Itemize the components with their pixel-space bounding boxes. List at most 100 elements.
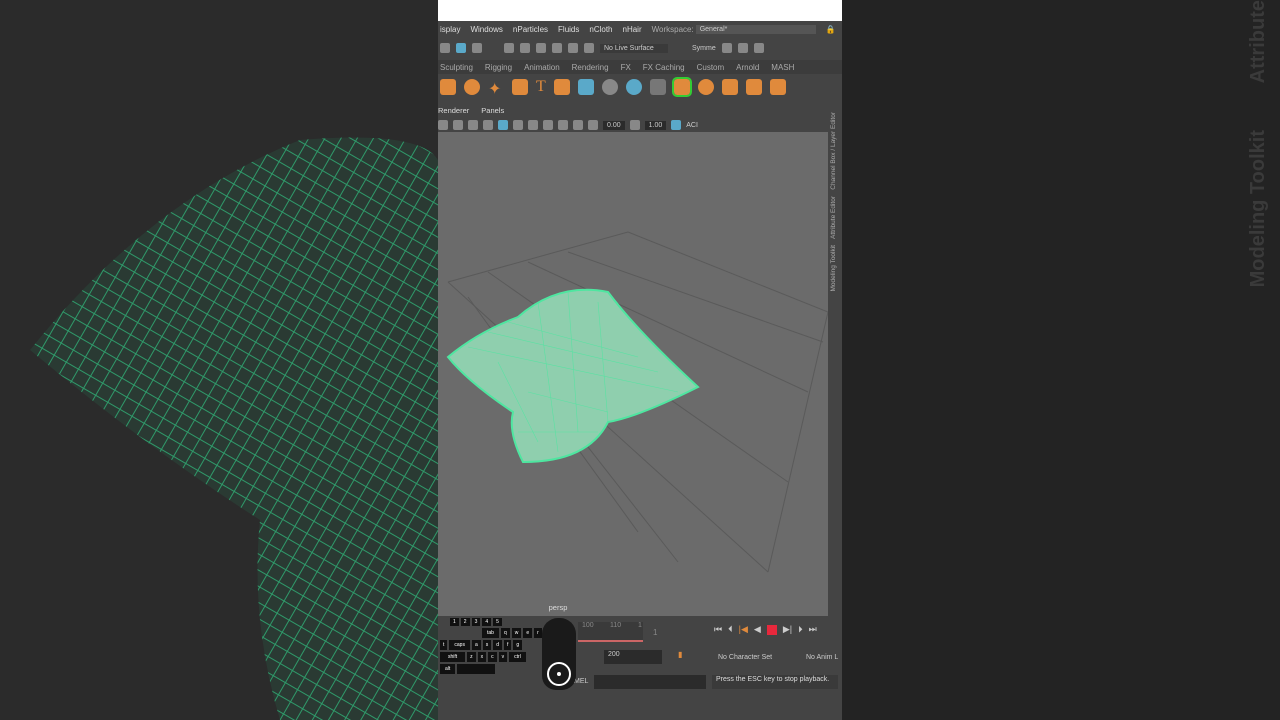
film-gate-icon[interactable] bbox=[468, 120, 478, 130]
snap-icon[interactable] bbox=[504, 43, 514, 53]
snap-icon[interactable] bbox=[568, 43, 578, 53]
live-surface-field[interactable]: No Live Surface bbox=[600, 43, 668, 53]
menu-ncloth[interactable]: nCloth bbox=[589, 25, 612, 34]
select-tool-icon[interactable] bbox=[440, 43, 450, 53]
tick-label: 110 bbox=[610, 622, 622, 629]
calendar-icon[interactable] bbox=[577, 79, 594, 95]
select-tool-icon[interactable] bbox=[472, 43, 482, 53]
tab-sculpting[interactable]: Sculpting bbox=[440, 63, 473, 72]
snap-icon[interactable] bbox=[536, 43, 546, 53]
tab-animation[interactable]: Animation bbox=[524, 63, 560, 72]
magnet-icon[interactable] bbox=[584, 43, 594, 53]
go-to-start-icon[interactable]: ⏮ bbox=[714, 624, 722, 635]
smooth-shade-icon[interactable] bbox=[498, 120, 508, 130]
svg-icon[interactable] bbox=[553, 79, 570, 95]
reset-icon[interactable] bbox=[649, 79, 666, 95]
blocks-icon[interactable] bbox=[721, 79, 738, 95]
menu-panels[interactable]: Panels bbox=[481, 106, 504, 118]
tab-arnold[interactable]: Arnold bbox=[736, 63, 759, 72]
tab-fx-caching[interactable]: FX Caching bbox=[643, 63, 685, 72]
locator-icon[interactable] bbox=[601, 79, 618, 95]
shelf-icon[interactable] bbox=[440, 79, 456, 95]
blurred-background-right: Attribute Modeling Toolkit bbox=[842, 0, 1280, 720]
color-manage-icon[interactable] bbox=[671, 120, 682, 130]
mouse-overlay-icon bbox=[542, 618, 576, 690]
bookmark-icon[interactable]: ▮ bbox=[678, 650, 682, 659]
gamma-icon[interactable] bbox=[629, 120, 640, 130]
menu-nparticles[interactable]: nParticles bbox=[513, 25, 548, 34]
key: g bbox=[513, 640, 523, 650]
tab-rigging[interactable]: Rigging bbox=[485, 63, 512, 72]
menu-renderer[interactable]: Renderer bbox=[438, 106, 469, 118]
maya-window: isplay Windows nParticles Fluids nCloth … bbox=[438, 0, 842, 720]
go-to-end-icon[interactable]: ⏭ bbox=[809, 624, 817, 635]
side-tabs: Channel Box / Layer Editor Attribute Edi… bbox=[828, 106, 842, 616]
view-transform[interactable]: ACI bbox=[686, 122, 698, 129]
anim-layer-dropdown[interactable]: No Anim L bbox=[806, 654, 838, 661]
star-icon[interactable]: ✦ bbox=[488, 79, 504, 98]
time-slider[interactable]: 100 110 1 bbox=[578, 622, 643, 642]
current-frame[interactable]: 1 bbox=[653, 628, 657, 637]
range-end-field[interactable]: 200 bbox=[604, 650, 662, 664]
menu-windows[interactable]: Windows bbox=[470, 25, 502, 34]
xray-icon[interactable] bbox=[573, 120, 583, 130]
tab-fx[interactable]: FX bbox=[621, 63, 631, 72]
polygon-icon[interactable] bbox=[464, 79, 480, 95]
snap-icon[interactable] bbox=[552, 43, 562, 53]
shelf-tabs: Sculpting Rigging Animation Rendering FX… bbox=[438, 60, 842, 74]
character-set-dropdown[interactable]: No Character Set bbox=[718, 654, 772, 661]
key: 5 bbox=[493, 618, 502, 626]
tab-modeling-toolkit[interactable]: Modeling Toolkit bbox=[830, 245, 837, 292]
step-back-key-icon[interactable]: ⏴ bbox=[728, 624, 733, 635]
sweep-icon[interactable] bbox=[671, 77, 692, 97]
menu-nhair[interactable]: nHair bbox=[623, 25, 642, 34]
grid-icon[interactable] bbox=[769, 79, 786, 95]
shadow-icon[interactable] bbox=[543, 120, 553, 130]
tick-label: 100 bbox=[582, 622, 594, 629]
gamma-field[interactable]: 1.00 bbox=[644, 120, 667, 130]
text-icon[interactable]: T bbox=[536, 78, 546, 96]
workspace-dropdown[interactable]: General* bbox=[695, 25, 816, 34]
texture-icon[interactable] bbox=[513, 120, 523, 130]
top-white-bar bbox=[438, 0, 842, 21]
tab-attribute-editor[interactable]: Attribute Editor bbox=[830, 196, 837, 239]
blurred-background-left bbox=[0, 0, 438, 720]
light-icon[interactable] bbox=[528, 120, 538, 130]
layer-icon[interactable] bbox=[697, 79, 714, 95]
tab-rendering[interactable]: Rendering bbox=[572, 63, 609, 72]
wireframe-icon[interactable] bbox=[483, 120, 493, 130]
curve-icon[interactable] bbox=[512, 79, 528, 95]
menu-bar: isplay Windows nParticles Fluids nCloth … bbox=[438, 21, 842, 38]
spacebar-key bbox=[457, 664, 496, 674]
menu-fluids[interactable]: Fluids bbox=[558, 25, 579, 34]
lock-icon[interactable]: 🔒 bbox=[826, 25, 836, 34]
key: s bbox=[482, 640, 492, 650]
key: r bbox=[534, 628, 542, 638]
tab-custom[interactable]: Custom bbox=[697, 63, 725, 72]
step-back-frame-icon[interactable]: |◀ bbox=[739, 624, 748, 635]
symmetry-dropdown[interactable]: Symme bbox=[692, 45, 716, 52]
camera-icon[interactable] bbox=[438, 120, 448, 130]
stop-button[interactable] bbox=[766, 624, 777, 635]
split-icon[interactable] bbox=[745, 79, 762, 95]
pivot-icon[interactable] bbox=[625, 79, 642, 95]
command-line-input[interactable] bbox=[594, 675, 706, 689]
attribute-editor-icon[interactable] bbox=[753, 43, 764, 53]
snap-icon[interactable] bbox=[520, 43, 530, 53]
exposure-field[interactable]: 0.00 bbox=[603, 120, 625, 130]
key: w bbox=[511, 628, 522, 638]
menu-display[interactable]: isplay bbox=[440, 25, 460, 34]
play-backwards-icon[interactable]: ◀ bbox=[754, 624, 761, 635]
isolate-icon[interactable] bbox=[558, 120, 568, 130]
camera-label: persp bbox=[549, 603, 568, 612]
modeling-toolkit-icon[interactable] bbox=[721, 43, 732, 53]
select-tool-active-icon[interactable] bbox=[456, 43, 466, 53]
tab-channel-box[interactable]: Channel Box / Layer Editor bbox=[830, 112, 837, 190]
grid-icon[interactable] bbox=[453, 120, 463, 130]
human-ik-icon[interactable] bbox=[737, 43, 748, 53]
exposure-icon[interactable] bbox=[588, 120, 598, 130]
viewport-scene[interactable]: persp bbox=[438, 132, 828, 616]
tab-mash[interactable]: MASH bbox=[771, 63, 794, 72]
step-forward-frame-icon[interactable]: ▶| bbox=[783, 624, 792, 635]
next-key-icon[interactable]: ⏵ bbox=[798, 624, 803, 635]
